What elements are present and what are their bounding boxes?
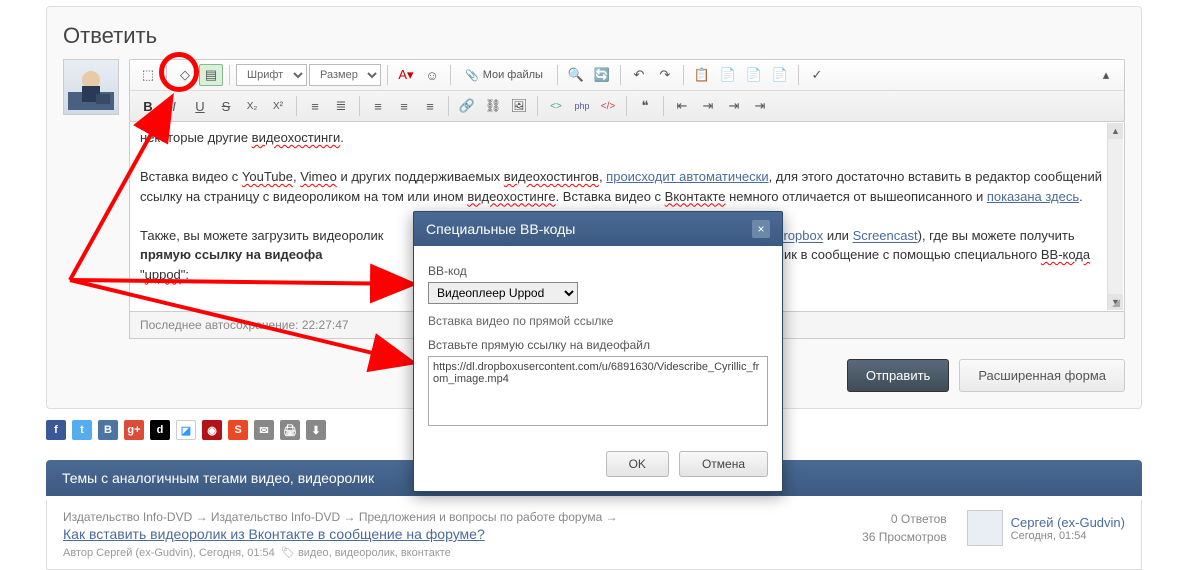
redo-icon[interactable]: ↷ — [653, 64, 677, 86]
html-icon[interactable]: </> — [596, 95, 620, 117]
underline-icon[interactable]: U — [188, 95, 212, 117]
download-icon[interactable]: ⬇ — [306, 420, 326, 440]
subscript-icon[interactable]: X₂ — [240, 95, 264, 117]
toggle-mode-icon[interactable]: ⬚ — [136, 64, 160, 86]
align-right-icon[interactable]: ≡ — [418, 95, 442, 117]
dialog-cancel-button[interactable]: Отмена — [679, 451, 768, 477]
shown-link[interactable]: показана здесь — [987, 189, 1079, 204]
print-icon[interactable]: 🖨 — [280, 420, 300, 440]
vk-icon[interactable]: B — [98, 420, 118, 440]
screencast-link[interactable]: Screencast — [853, 228, 918, 243]
dialog-title: Специальные BB-коды — [426, 221, 575, 237]
similar-topic-row: Издательство Info-DVD → Издательство Inf… — [46, 500, 1142, 570]
last-post-date: Сегодня, 01:54 — [1011, 530, 1125, 542]
eraser-icon[interactable]: ◇ — [173, 64, 197, 86]
link-icon[interactable]: 🔗 — [455, 95, 479, 117]
dialog-close-icon[interactable]: × — [752, 220, 770, 238]
user-avatar — [63, 59, 119, 115]
last-poster-link[interactable]: Сергей (ex-Gudvin) — [1011, 515, 1125, 530]
email-icon[interactable]: ✉ — [254, 420, 274, 440]
url-label: Вставьте прямую ссылку на видеофайл — [428, 338, 768, 352]
paste-word-icon[interactable]: 📄 — [768, 64, 792, 86]
advanced-button[interactable]: Расширенная форма — [959, 359, 1125, 392]
font-color-icon[interactable]: A▾ — [394, 64, 418, 86]
font-select[interactable]: Шрифт — [236, 64, 307, 86]
spellcheck-icon[interactable]: ✓ — [805, 64, 829, 86]
code-icon[interactable]: <> — [544, 95, 568, 117]
reddit-icon[interactable]: ◉ — [202, 420, 222, 440]
breadcrumb: Издательство Info-DVD → Издательство Inf… — [63, 510, 842, 524]
indent3-icon[interactable]: ⇥ — [748, 95, 772, 117]
dialog-hint: Вставка видео по прямой ссылке — [428, 314, 768, 328]
url-textarea[interactable] — [428, 356, 768, 426]
auto-link[interactable]: происходит автоматически — [606, 169, 768, 184]
align-center-icon[interactable]: ≡ — [392, 95, 416, 117]
copy-icon[interactable]: 📋 — [690, 64, 714, 86]
bbcode-select[interactable]: Видеоплеер Uppod — [428, 282, 578, 304]
myfiles-button[interactable]: 📎 Мои файлы — [457, 64, 551, 86]
paste-plain-icon[interactable]: 📄 — [742, 64, 766, 86]
bbcode-label: BB-код — [428, 264, 768, 278]
php-icon[interactable]: php — [570, 95, 594, 117]
resize-handle[interactable] — [1108, 295, 1122, 309]
share-bar: f t B g+ d ◪ ◉ S ✉ 🖨 ⬇ — [46, 420, 326, 440]
quote-icon[interactable]: ❝ — [633, 95, 657, 117]
delicious-icon[interactable]: ◪ — [176, 420, 196, 440]
find-icon[interactable]: 🔍 — [564, 64, 588, 86]
gplus-icon[interactable]: g+ — [124, 420, 144, 440]
editor-scrollbar[interactable]: ▲ ▼ — [1107, 123, 1123, 310]
superscript-icon[interactable]: X² — [266, 95, 290, 117]
bbcode-dialog: Специальные BB-коды × BB-код Видеоплеер … — [413, 211, 783, 492]
outdent-icon[interactable]: ⇤ — [670, 95, 694, 117]
scroll-up-icon[interactable]: ▲ — [1108, 123, 1123, 139]
indent-icon[interactable]: ⇥ — [696, 95, 720, 117]
similar-topic-link[interactable]: Как вставить видеоролик из Вконтакте в с… — [63, 526, 842, 542]
dialog-ok-button[interactable]: OK — [606, 451, 669, 477]
smiley-icon[interactable]: ☺ — [420, 64, 444, 86]
facebook-icon[interactable]: f — [46, 420, 66, 440]
replace-icon[interactable]: 🔄 — [590, 64, 614, 86]
ol-icon[interactable]: ≣ — [329, 95, 353, 117]
unlink-icon[interactable]: ⛓ — [481, 95, 505, 117]
submit-button[interactable]: Отправить — [847, 359, 949, 392]
twitter-icon[interactable]: t — [72, 420, 92, 440]
image-icon[interactable]: 🖼 — [507, 95, 531, 117]
collapse-icon[interactable]: ▴ — [1094, 64, 1118, 86]
align-left-icon[interactable]: ≡ — [366, 95, 390, 117]
digg-icon[interactable]: d — [150, 420, 170, 440]
bold-icon[interactable]: B — [136, 95, 160, 117]
strike-icon[interactable]: S — [214, 95, 238, 117]
indent2-icon[interactable]: ⇥ — [722, 95, 746, 117]
special-bbcode-icon[interactable]: ▤ — [199, 64, 223, 86]
topic-stats: 0 Ответов 36 Просмотров — [862, 510, 947, 546]
mini-avatar — [967, 510, 1003, 546]
undo-icon[interactable]: ↶ — [627, 64, 651, 86]
italic-icon[interactable]: I — [162, 95, 186, 117]
ul-icon[interactable]: ≡ — [303, 95, 327, 117]
size-select[interactable]: Размер — [309, 64, 381, 86]
editor-toolbar: ⬚ ◇ ▤ Шрифт Размер A▾ ☺ 📎 Мои файлы 🔍 🔄 — [129, 59, 1125, 122]
stumble-icon[interactable]: S — [228, 420, 248, 440]
paste-icon[interactable]: 📄 — [716, 64, 740, 86]
reply-title: Ответить — [63, 23, 1125, 49]
